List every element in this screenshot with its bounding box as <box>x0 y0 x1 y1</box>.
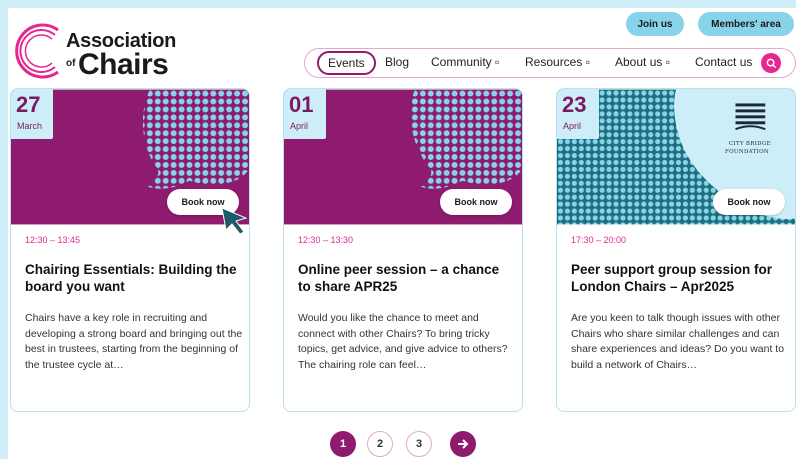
book-now-button[interactable]: Book now <box>440 189 512 215</box>
event-description: Would you like the chance to meet and co… <box>298 312 508 371</box>
event-date-badge: 27 March <box>11 89 53 139</box>
event-card[interactable]: 01 April Book now 12:30 – 13:30 Online p… <box>283 88 523 412</box>
event-time: 17:30 – 20:00 <box>571 235 627 245</box>
event-card[interactable]: 27 March Book now 12:30 – 13:45 Chairing… <box>10 88 250 412</box>
mouse-cursor-icon <box>221 207 248 235</box>
logo-text-of: of <box>66 58 76 69</box>
sponsor-name-line1: CITY BRIDGE <box>729 141 771 147</box>
nav-item-contact-us[interactable]: Contact us <box>695 55 752 69</box>
event-description: Chairs have a key role in recruiting and… <box>25 312 243 371</box>
sponsor-name-line2: FOUNDATION <box>725 149 770 155</box>
nav-item-blog[interactable]: Blog <box>385 55 409 69</box>
page-3-button[interactable]: 3 <box>406 431 432 457</box>
event-month: April <box>290 121 309 131</box>
book-now-button[interactable]: Book now <box>713 189 785 215</box>
nav-item-about-us[interactable]: About us ▫ <box>615 55 670 69</box>
nav-item-resources[interactable]: Resources ▫ <box>525 55 590 69</box>
page-1-button[interactable]: 1 <box>330 431 356 457</box>
event-card[interactable]: CITY BRIDGE FOUNDATION 23 April Book now… <box>556 88 796 412</box>
nav-item-events[interactable]: Events <box>317 51 376 75</box>
join-us-button[interactable]: Join us <box>626 12 684 36</box>
event-month: April <box>563 121 582 131</box>
event-date-badge: 23 April <box>557 89 599 139</box>
arrow-right-icon <box>458 439 469 449</box>
next-page-button[interactable] <box>450 431 476 457</box>
association-of-chairs-logo[interactable]: Association of Chairs <box>14 16 194 86</box>
event-month: March <box>17 121 43 131</box>
event-day: 01 <box>289 92 314 117</box>
event-day: 27 <box>16 92 41 117</box>
logo-text-chairs: Chairs <box>78 48 169 81</box>
event-title[interactable]: Chairing Essentials: Building the board … <box>25 261 241 295</box>
page: Association of Chairs Join us Members' a… <box>8 8 796 459</box>
members-area-button[interactable]: Members' area <box>698 12 794 36</box>
event-date-badge: 01 April <box>284 89 326 139</box>
event-time: 12:30 – 13:45 <box>25 235 81 245</box>
event-title[interactable]: Peer support group session for London Ch… <box>571 261 787 295</box>
event-day: 23 <box>562 92 587 117</box>
event-description: Are you keen to talk though issues with … <box>571 312 785 371</box>
page-2-button[interactable]: 2 <box>367 431 393 457</box>
nav-item-community[interactable]: Community ▫ <box>431 55 499 69</box>
event-title[interactable]: Online peer session – a chance to share … <box>298 261 514 295</box>
main-navigation: Events Blog Community ▫ Resources ▫ Abou… <box>304 48 796 78</box>
search-icon[interactable] <box>761 53 781 73</box>
logo-c-icon <box>15 23 59 79</box>
event-time: 12:30 – 13:30 <box>298 235 354 245</box>
